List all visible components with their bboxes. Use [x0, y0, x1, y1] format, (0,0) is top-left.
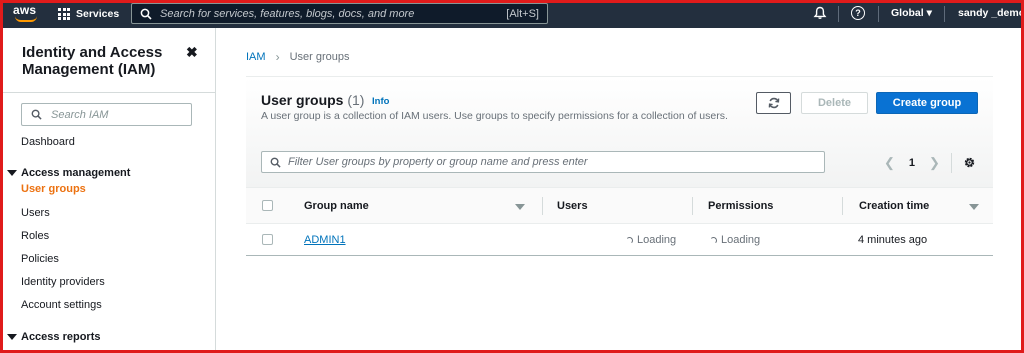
- bell-icon[interactable]: [813, 6, 827, 20]
- sidebar-item-users[interactable]: Users: [21, 207, 50, 219]
- services-label: Services: [76, 8, 120, 20]
- chevron-right-icon[interactable]: ❯: [929, 155, 940, 171]
- row-checkbox[interactable]: [262, 234, 273, 245]
- spinner-icon: [710, 236, 717, 244]
- refresh-button[interactable]: [756, 92, 791, 114]
- search-icon: [140, 8, 152, 20]
- help-icon[interactable]: ?: [851, 6, 865, 20]
- close-icon[interactable]: ✖: [186, 44, 198, 61]
- page-number[interactable]: 1: [909, 157, 915, 169]
- select-all-checkbox[interactable]: [262, 200, 273, 211]
- chevron-right-icon: ›: [275, 50, 280, 64]
- sidebar-section-label: Access reports: [21, 331, 101, 343]
- column-header-group-name[interactable]: Group name: [304, 200, 369, 212]
- panel-title-text: User groups: [261, 92, 344, 108]
- panel-description: A user group is a collection of IAM user…: [261, 110, 728, 122]
- aws-smile-mark: [15, 16, 37, 22]
- breadcrumb-iam-link[interactable]: IAM: [246, 51, 266, 63]
- sidebar-item-account-settings[interactable]: Account settings: [21, 299, 102, 311]
- column-header-users[interactable]: Users: [557, 200, 588, 212]
- sidebar-item-policies[interactable]: Policies: [21, 253, 59, 265]
- chevron-left-icon[interactable]: ❮: [884, 155, 895, 171]
- global-search-input[interactable]: Search for services, features, blogs, do…: [131, 3, 548, 24]
- sidebar-section-label: Access management: [21, 167, 131, 179]
- delete-button[interactable]: Delete: [801, 92, 868, 114]
- account-menu[interactable]: sandy _demo _: [958, 7, 1024, 19]
- services-menu-button[interactable]: Services: [58, 4, 119, 24]
- sidebar-section-access-management[interactable]: Access management: [7, 167, 130, 179]
- settings-gear-icon[interactable]: [963, 156, 976, 169]
- search-icon: [31, 109, 42, 120]
- caret-down-icon: [7, 334, 17, 340]
- aws-logo[interactable]: aws: [13, 3, 43, 23]
- group-count: (1): [347, 92, 365, 108]
- breadcrumb-current: User groups: [289, 51, 350, 63]
- group-name-link[interactable]: ADMIN1: [304, 234, 346, 246]
- column-divider: [692, 197, 693, 215]
- users-loading-text: Loading: [637, 234, 677, 246]
- permissions-loading-text: Loading: [721, 234, 761, 246]
- sort-icon[interactable]: [969, 204, 979, 210]
- spinner-icon: [626, 236, 633, 244]
- column-header-creation-time[interactable]: Creation time: [859, 200, 929, 212]
- topbar-divider: [838, 6, 839, 22]
- column-header-permissions[interactable]: Permissions: [708, 200, 773, 212]
- topbar-divider: [944, 6, 945, 22]
- pagination-divider: [951, 153, 952, 173]
- column-divider: [842, 197, 843, 215]
- users-cell: Loading: [626, 234, 676, 246]
- panel-header: User groups (1) Info A user group is a c…: [246, 77, 993, 187]
- table-row: ADMIN1 Loading Loading 4 minutes ago: [246, 224, 993, 256]
- sidebar-item-user-groups[interactable]: User groups: [21, 183, 86, 195]
- panel-title: User groups (1): [261, 92, 364, 108]
- breadcrumb: IAM › User groups: [246, 50, 349, 64]
- caret-down-icon: [7, 170, 17, 176]
- filter-placeholder: Filter User groups by property or group …: [288, 156, 588, 168]
- topbar-divider: [878, 6, 879, 22]
- filter-input[interactable]: Filter User groups by property or group …: [261, 151, 825, 173]
- sidebar-search-placeholder: Search IAM: [51, 108, 109, 121]
- global-search-placeholder: Search for services, features, blogs, do…: [160, 7, 415, 20]
- create-group-button[interactable]: Create group: [876, 92, 978, 114]
- column-divider: [542, 197, 543, 215]
- permissions-cell: Loading: [710, 234, 760, 246]
- sidebar-section-access-reports[interactable]: Access reports: [7, 331, 101, 343]
- user-groups-panel: User groups (1) Info A user group is a c…: [246, 76, 993, 256]
- sidebar-title: Identity and Access Management (IAM): [22, 44, 163, 78]
- search-shortcut-hint: [Alt+S]: [506, 7, 539, 20]
- pagination: ❮ 1 ❯: [884, 155, 940, 171]
- sidebar-item-roles[interactable]: Roles: [21, 230, 49, 242]
- grid-icon: [58, 8, 70, 20]
- sidebar-item-dashboard[interactable]: Dashboard: [21, 136, 75, 148]
- iam-sidebar: Identity and Access Management (IAM) ✖ S…: [0, 28, 216, 353]
- sidebar-search-input[interactable]: Search IAM: [21, 103, 192, 126]
- info-link[interactable]: Info: [372, 96, 389, 107]
- region-selector[interactable]: Global ▾: [891, 7, 932, 19]
- sidebar-divider: [0, 92, 215, 93]
- creation-time-cell: 4 minutes ago: [858, 234, 928, 246]
- aws-logo-text: aws: [13, 3, 37, 17]
- sidebar-item-identity-providers[interactable]: Identity providers: [21, 276, 105, 288]
- search-icon: [270, 157, 281, 168]
- top-navigation-bar: aws Services Search for services, featur…: [0, 0, 1024, 28]
- table-header: Group name Users Permissions Creation ti…: [246, 187, 993, 224]
- refresh-icon: [768, 97, 779, 109]
- sort-icon[interactable]: [515, 204, 525, 210]
